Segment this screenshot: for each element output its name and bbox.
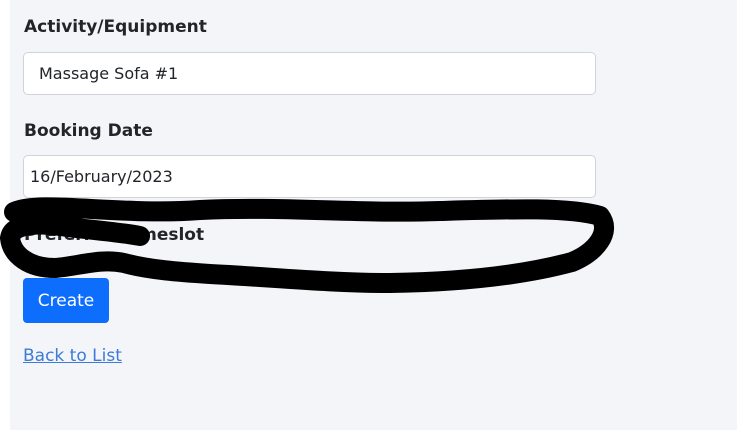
booking-date-input[interactable]: 16/February/2023 [23,155,596,198]
booking-create-page: Activity/Equipment Massage Sofa #1 Booki… [0,0,737,430]
back-to-list-link[interactable]: Back to List [23,346,122,366]
activity-equipment-select[interactable]: Massage Sofa #1 [23,52,596,95]
activity-equipment-value: Massage Sofa #1 [39,64,179,83]
create-button[interactable]: Create [23,278,109,323]
booking-date-label: Booking Date [24,121,153,141]
preferred-timeslot-label: Preferred Timeslot [24,225,205,245]
activity-equipment-label: Activity/Equipment [24,17,207,37]
booking-date-value: 16/February/2023 [30,167,173,186]
left-gutter [0,0,10,430]
